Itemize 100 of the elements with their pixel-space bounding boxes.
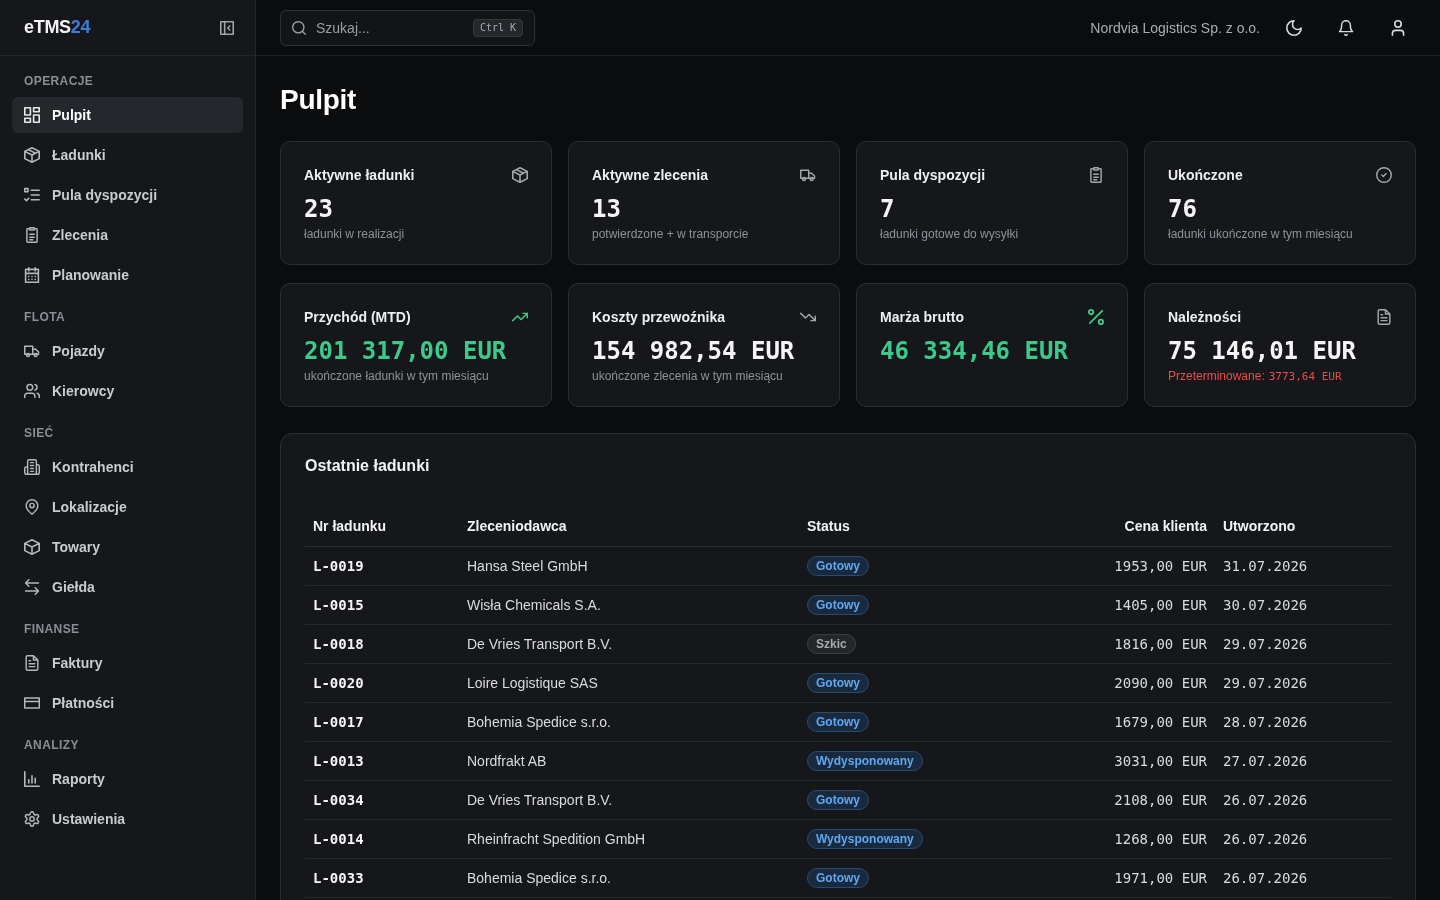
table-cell: De Vries Transport B.V.	[459, 624, 799, 664]
sidebar-item[interactable]: Raporty	[12, 761, 243, 797]
status-tag: Wydysponowany	[807, 829, 923, 849]
status-tag: Gotowy	[807, 595, 869, 615]
column-header: Utworzono	[1215, 506, 1391, 547]
table-cell: L-0018	[305, 624, 459, 664]
stat-caption: ładunki w realizacji	[304, 226, 405, 242]
status-tag: Szkic	[807, 634, 856, 654]
stat-value: 13	[592, 194, 621, 225]
column-header: Status	[799, 506, 1059, 547]
moon-icon[interactable]	[1286, 19, 1302, 36]
status-tag: Gotowy	[807, 790, 869, 810]
sidebar-item[interactable]: Giełda	[12, 569, 243, 605]
table-cell: 30.07.2026	[1215, 585, 1391, 625]
swap-arrows-icon	[24, 579, 40, 595]
table-cell: 1679,00 EUR	[1059, 702, 1215, 742]
credit-card-icon	[24, 695, 40, 711]
card-title: Należności	[1168, 308, 1242, 327]
sidebar-item[interactable]: Ustawienia	[12, 801, 243, 837]
table-cell: Wisła Chemicals S.A.	[459, 585, 799, 625]
calendar-icon	[24, 267, 40, 283]
cube-icon	[24, 539, 40, 555]
table-cell: 2108,00 EUR	[1059, 780, 1215, 820]
table-cell: L-0034	[305, 780, 459, 820]
bell-icon[interactable]	[1338, 19, 1354, 36]
table-cell: 29.07.2026	[1215, 663, 1391, 703]
panel-collapse-icon[interactable]	[220, 20, 234, 35]
table-cell: L-0014	[305, 819, 459, 859]
table-cell: 2090,00 EUR	[1059, 663, 1215, 703]
table-cell: 1971,00 EUR	[1059, 858, 1215, 898]
sidebar-item[interactable]: Płatności	[12, 685, 243, 721]
bar-chart-icon	[24, 771, 40, 787]
sidebar-item[interactable]: Towary	[12, 529, 243, 565]
truck-icon	[800, 167, 816, 183]
column-header: Nr ładunku	[305, 506, 459, 547]
status-tag: Gotowy	[807, 673, 869, 693]
overdue-label: Przeterminowane:	[1168, 368, 1265, 384]
card-title: Aktywne ładunki	[304, 166, 415, 185]
table-cell: L-0019	[305, 546, 459, 586]
package-icon	[24, 147, 40, 163]
settings-icon	[24, 811, 40, 827]
sidebar-item[interactable]: Ładunki	[12, 137, 243, 173]
sidebar-item[interactable]: Kontrahenci	[12, 449, 243, 485]
page-title: Pulpit	[280, 83, 356, 117]
table-cell: Hansa Steel GmbH	[459, 546, 799, 586]
table-cell: 1268,00 EUR	[1059, 819, 1215, 859]
sidebar-item[interactable]: Kierowcy	[12, 373, 243, 409]
status-tag: Gotowy	[807, 556, 869, 576]
status-tag: Gotowy	[807, 868, 869, 888]
table-cell: L-0020	[305, 663, 459, 703]
card-title: Marża brutto	[880, 308, 964, 327]
stat-caption: ukończone zlecenia w tym miesiącu	[592, 368, 783, 384]
table-cell: 27.07.2026	[1215, 741, 1391, 781]
status-tag: Gotowy	[807, 712, 869, 732]
table-cell: Bohemia Spedice s.r.o.	[459, 858, 799, 898]
clipboard-icon	[1088, 167, 1104, 183]
card-title: Ukończone	[1168, 166, 1243, 185]
stat-value: 201 317,00 EUR	[304, 336, 507, 367]
percent-icon	[1088, 309, 1104, 325]
stat-caption: ładunki ukończone w tym miesiącu	[1168, 226, 1353, 242]
table-cell: 26.07.2026	[1215, 819, 1391, 859]
table-cell: 31.07.2026	[1215, 546, 1391, 586]
app-logo: eTMS24	[24, 17, 91, 38]
stat-value: 76	[1168, 194, 1197, 225]
column-header: Cena klienta	[1059, 506, 1215, 547]
stat-value: 7	[880, 194, 895, 225]
table-cell: Loire Logistique SAS	[459, 663, 799, 703]
stat-value: 75 146,01 EUR	[1168, 336, 1356, 367]
sidebar-item[interactable]: Pulpit	[12, 97, 243, 133]
table-cell: Bohemia Spedice s.r.o.	[459, 702, 799, 742]
table-cell: 1816,00 EUR	[1059, 624, 1215, 664]
search-icon	[292, 20, 306, 35]
user-icon[interactable]	[1390, 19, 1406, 36]
status-tag: Wydysponowany	[807, 751, 923, 771]
table-cell: Rheinfracht Spedition GmbH	[459, 819, 799, 859]
sidebar-item[interactable]: Pojazdy	[12, 333, 243, 369]
map-pin-icon	[24, 499, 40, 515]
column-header: Zleceniodawca	[459, 506, 799, 547]
section-label: FLOTA	[23, 309, 67, 326]
sidebar-item[interactable]: Zlecenia	[12, 217, 243, 253]
table-cell: L-0017	[305, 702, 459, 742]
stat-value: 23	[304, 194, 333, 225]
building-icon	[24, 459, 40, 475]
package-icon	[512, 167, 528, 183]
sidebar-item[interactable]: Lokalizacje	[12, 489, 243, 525]
sidebar-item[interactable]: Planowanie	[12, 257, 243, 293]
section-label: ANALIZY	[23, 737, 80, 754]
sidebar-item[interactable]: Faktury	[12, 645, 243, 681]
dashboard-grid-icon	[24, 107, 40, 123]
sidebar-item[interactable]: Pula dyspozycji	[12, 177, 243, 213]
stat-value: 154 982,54 EUR	[592, 336, 795, 367]
table-cell: Nordfrakt AB	[459, 741, 799, 781]
circle-check-icon	[1376, 167, 1392, 183]
company-name: Nordvia Logistics Sp. z o.o.	[1090, 19, 1260, 36]
users-icon	[24, 383, 40, 399]
truck-icon	[24, 343, 40, 359]
table-cell: 1405,00 EUR	[1059, 585, 1215, 625]
table-cell: 3031,00 EUR	[1059, 741, 1215, 781]
stat-caption: potwierdzone + w transporcie	[592, 226, 749, 242]
clipboard-icon	[24, 227, 40, 243]
